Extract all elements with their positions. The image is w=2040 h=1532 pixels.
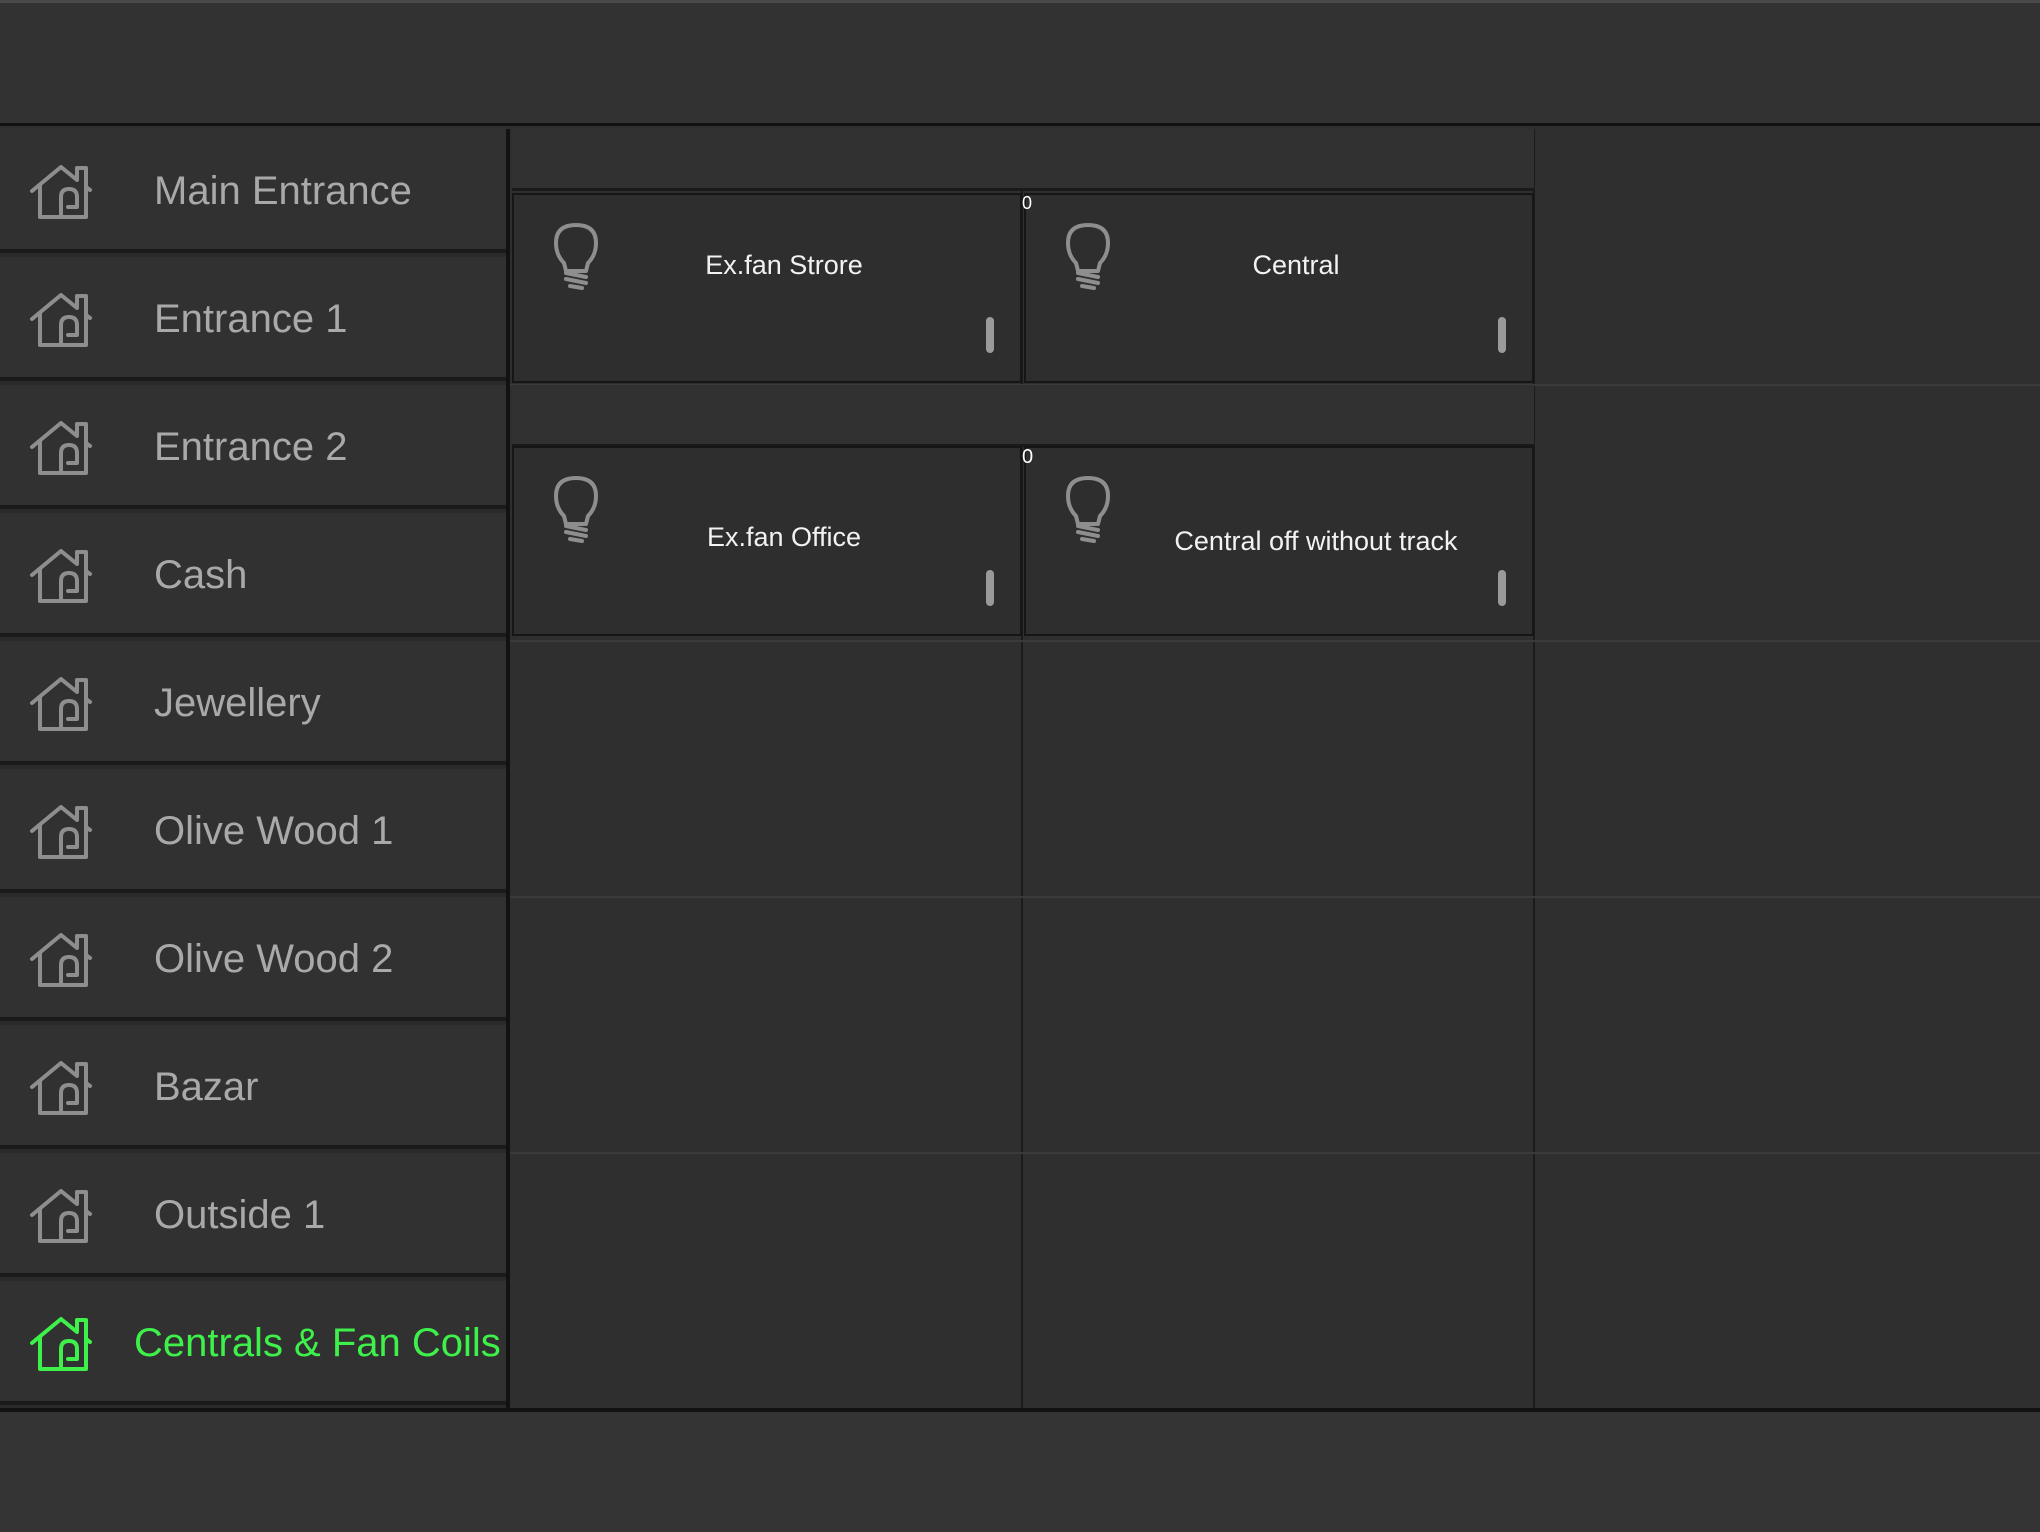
room-item-olive-wood-2[interactable]: Olive Wood 2 [0, 897, 506, 1021]
room-label: Entrance 1 [154, 297, 348, 341]
device-level-handle[interactable] [1498, 317, 1506, 353]
device-name: Central [1252, 250, 1340, 280]
room-item-entrance-2[interactable]: Entrance 2 [0, 385, 506, 509]
house-icon [28, 673, 94, 733]
room-label: Entrance 2 [154, 425, 348, 469]
device-name: Central off without track [1174, 526, 1458, 556]
room-label: Jewellery [154, 681, 321, 725]
grid-divider [510, 1152, 2040, 1154]
device-tile-central-off-without-track[interactable]: Central off without track [1024, 446, 1534, 636]
room-item-main-entrance[interactable]: Main Entrance [0, 129, 506, 253]
device-level-handle[interactable] [986, 570, 994, 606]
device-level-handle[interactable] [986, 317, 994, 353]
top-bar [0, 0, 2040, 126]
device-name: Ex.fan Strore [705, 250, 863, 280]
grid-divider [510, 640, 2040, 642]
device-name: Ex.fan Office [706, 522, 862, 552]
lightbulb-icon [552, 474, 600, 546]
tile-header-strip [512, 129, 1534, 191]
lightbulb-icon [1064, 221, 1112, 293]
house-icon [28, 801, 94, 861]
house-icon [28, 1313, 94, 1373]
room-sidebar: Main Entrance Entrance 1 Entrance 2 Cash… [0, 129, 510, 1408]
house-icon [28, 1185, 94, 1245]
house-icon [28, 161, 94, 221]
room-item-cash[interactable]: Cash [0, 513, 506, 637]
house-icon [28, 417, 94, 477]
room-item-olive-wood-1[interactable]: Olive Wood 1 [0, 769, 506, 893]
lightbulb-icon [1064, 474, 1112, 546]
room-item-jewellery[interactable]: Jewellery [0, 641, 506, 765]
device-tile-ex-fan-office[interactable]: Ex.fan Office [512, 446, 1022, 636]
grid-divider [510, 896, 2040, 898]
device-level-handle[interactable] [1498, 570, 1506, 606]
room-label: Bazar [154, 1065, 259, 1109]
tile-header-strip [512, 385, 1534, 447]
device-count: 0 [1022, 193, 1033, 213]
bottom-bar [0, 1408, 2040, 1532]
room-item-centrals-fan-coils[interactable]: Centrals & Fan Coils [0, 1281, 506, 1405]
device-tile-ex-fan-strore[interactable]: Ex.fan Strore [512, 193, 1022, 383]
device-count: 0 [1022, 446, 1034, 468]
room-label: Olive Wood 1 [154, 809, 394, 853]
room-label: Olive Wood 2 [154, 937, 394, 981]
room-item-bazar[interactable]: Bazar [0, 1025, 506, 1149]
room-label: Centrals & Fan Coils [134, 1321, 501, 1365]
house-icon [28, 545, 94, 605]
device-tile-central[interactable]: Central [1024, 193, 1534, 383]
room-label: Outside 1 [154, 1193, 326, 1237]
house-icon [28, 929, 94, 989]
lightbulb-icon [552, 221, 600, 293]
room-item-outside-1[interactable]: Outside 1 [0, 1153, 506, 1277]
room-item-entrance-1[interactable]: Entrance 1 [0, 257, 506, 381]
house-icon [28, 289, 94, 349]
room-label: Cash [154, 553, 248, 597]
house-icon [28, 1057, 94, 1117]
room-label: Main Entrance [154, 169, 412, 213]
device-grid: Ex.fan Strore Central 0 Ex.fan Office Ce… [510, 129, 2040, 1408]
